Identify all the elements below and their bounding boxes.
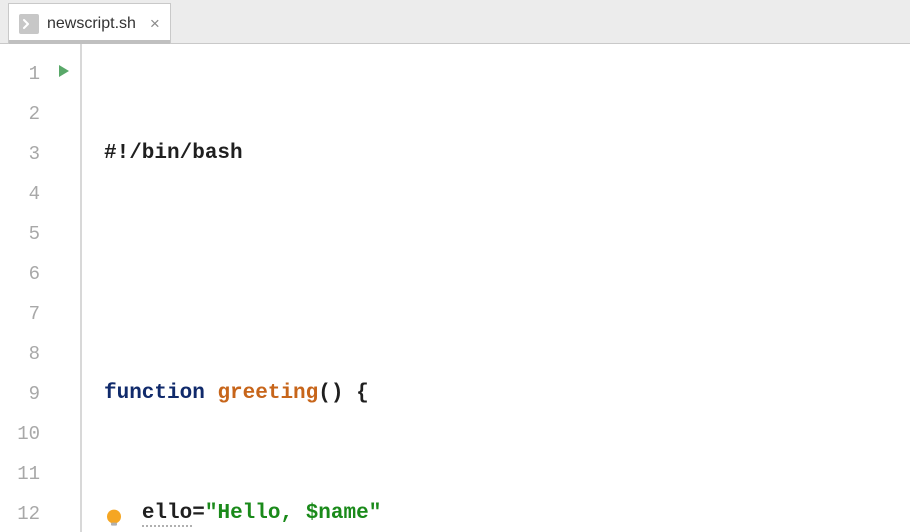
code-line: function greeting() { <box>82 374 910 414</box>
line-number: 6 <box>0 254 48 294</box>
code-area[interactable]: #!/bin/bash function greeting() { hello=… <box>82 44 910 532</box>
line-number-gutter: 1 2 3 4 5 6 7 8 9 10 11 12 <box>0 44 48 532</box>
string-close: " <box>369 502 382 525</box>
line-number: 1 <box>0 54 48 94</box>
function-name: greeting <box>217 382 318 405</box>
keyword-function: function <box>104 382 205 405</box>
punctuation: () { <box>318 382 368 405</box>
code-line: #!/bin/bash <box>82 134 910 174</box>
tab-bar: newscript.sh × <box>0 0 910 44</box>
run-icon[interactable] <box>56 63 72 86</box>
line-number: 9 <box>0 374 48 414</box>
string-open: " <box>205 502 218 525</box>
line-number: 10 <box>0 414 48 454</box>
code-line: hello="Hello, $name" <box>82 494 910 532</box>
line-number: 4 <box>0 174 48 214</box>
close-icon[interactable]: × <box>150 15 160 32</box>
editor: 1 2 3 4 5 6 7 8 9 10 11 12 #!/bin/bash f… <box>0 44 910 532</box>
file-tab[interactable]: newscript.sh × <box>8 3 171 43</box>
line-number: 8 <box>0 334 48 374</box>
tab-filename: newscript.sh <box>47 15 136 33</box>
string-var: $name <box>306 502 369 525</box>
run-gutter <box>48 44 80 532</box>
shebang: #!/bin/bash <box>104 142 243 165</box>
equals: = <box>192 502 205 525</box>
line-number: 7 <box>0 294 48 334</box>
variable: ello <box>142 502 192 527</box>
line-number: 12 <box>0 494 48 532</box>
terminal-icon <box>19 14 39 34</box>
line-number: 2 <box>0 94 48 134</box>
line-number: 5 <box>0 214 48 254</box>
line-number: 3 <box>0 134 48 174</box>
lightbulb-icon[interactable] <box>104 504 124 524</box>
code-line <box>82 254 910 294</box>
string-text: Hello, <box>217 502 305 525</box>
line-number: 11 <box>0 454 48 494</box>
